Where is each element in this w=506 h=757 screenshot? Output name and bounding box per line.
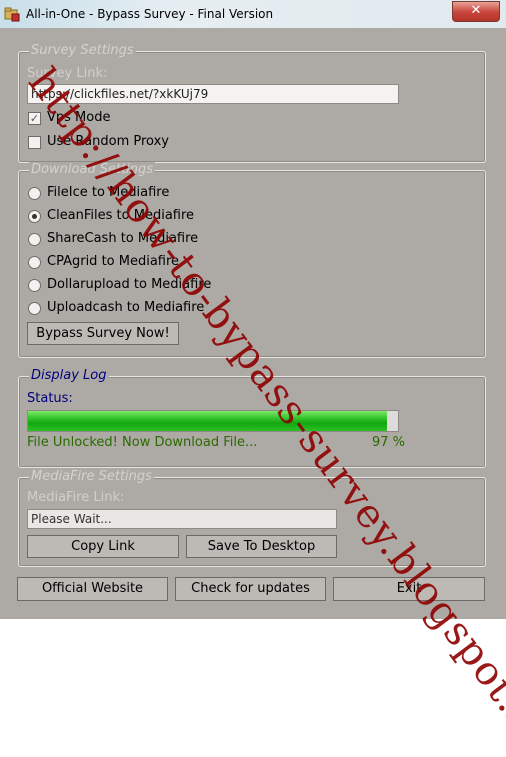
folder-lock-icon: [4, 7, 20, 22]
radio-3[interactable]: [28, 256, 41, 269]
download-settings-group: Download Settings FileIce to Mediafire Cl…: [18, 162, 486, 358]
random-proxy-checkbox[interactable]: [28, 136, 41, 149]
download-option-label[interactable]: Uploadcash to Mediafire: [47, 300, 204, 315]
radio-1[interactable]: [28, 210, 41, 223]
random-proxy-label[interactable]: Use Random Proxy: [47, 134, 169, 149]
mediafire-settings-group: MediaFire Settings MediaFire Link: Pleas…: [18, 469, 486, 567]
download-option-label[interactable]: CleanFiles to Mediafire: [47, 208, 194, 223]
download-option-label[interactable]: FileIce to Mediafire: [47, 185, 169, 200]
survey-settings-group: Survey Settings Survey Link: https://cli…: [18, 43, 486, 163]
download-option-label[interactable]: Dollarupload to Mediafire: [47, 277, 211, 292]
progress-bar-fill: [28, 411, 387, 431]
check-updates-button[interactable]: Check for updates: [175, 577, 326, 601]
survey-link-input[interactable]: https://clickfiles.net/?xkKUj79: [27, 84, 399, 104]
display-log-legend: Display Log: [29, 368, 109, 383]
client-area: Survey Settings Survey Link: https://cli…: [8, 34, 498, 611]
window-title: All-in-One - Bypass Survey - Final Versi…: [26, 7, 274, 21]
radio-5[interactable]: [28, 302, 41, 315]
radio-4[interactable]: [28, 279, 41, 292]
radio-2[interactable]: [28, 233, 41, 246]
close-button[interactable]: ✕: [452, 1, 500, 22]
progress-bar: [27, 410, 399, 432]
download-settings-legend: Download Settings: [29, 162, 156, 177]
mediafire-settings-legend: MediaFire Settings: [29, 469, 154, 484]
display-log-group: Display Log Status: File Unlocked! Now D…: [18, 368, 486, 468]
copy-link-button[interactable]: Copy Link: [27, 535, 179, 558]
download-option-label[interactable]: CPAgrid to Mediafire: [47, 254, 179, 269]
exit-button[interactable]: Exit: [333, 577, 485, 601]
status-label: Status:: [27, 391, 73, 406]
mediafire-link-label: MediaFire Link:: [27, 490, 125, 505]
title-bar[interactable]: All-in-One - Bypass Survey - Final Versi…: [0, 0, 506, 28]
survey-settings-legend: Survey Settings: [29, 43, 136, 58]
vps-mode-label[interactable]: Vps Mode: [47, 110, 110, 125]
vps-mode-checkbox[interactable]: ✓: [28, 112, 41, 125]
bypass-survey-button[interactable]: Bypass Survey Now!: [27, 322, 179, 345]
status-message: File Unlocked! Now Download File...: [27, 435, 258, 450]
progress-percent: 97 %: [372, 435, 406, 450]
app-window: All-in-One - Bypass Survey - Final Versi…: [0, 0, 506, 757]
radio-0[interactable]: [28, 187, 41, 200]
survey-link-label: Survey Link:: [27, 66, 108, 81]
official-website-button[interactable]: Official Website: [17, 577, 168, 601]
download-option-label[interactable]: ShareCash to Mediafire: [47, 231, 198, 246]
mediafire-link-input[interactable]: Please Wait...: [27, 509, 337, 529]
save-to-desktop-button[interactable]: Save To Desktop: [186, 535, 337, 558]
